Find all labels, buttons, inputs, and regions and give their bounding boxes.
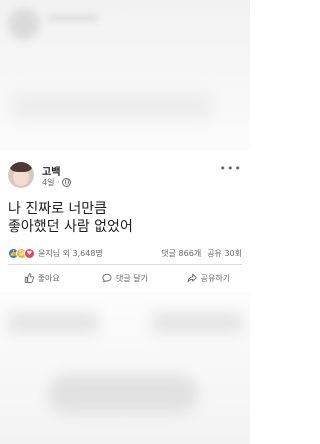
share-icon	[187, 273, 197, 283]
post-meta: 4일 ·	[42, 177, 71, 188]
blurred-name	[48, 14, 98, 22]
comment-icon	[102, 273, 112, 283]
blurred-background-bottom	[0, 292, 250, 444]
blurred-stat-left	[8, 312, 98, 334]
share-button[interactable]: 공유하기	[167, 268, 250, 288]
reaction-icons[interactable]: 👍 😆 ♥	[8, 247, 35, 259]
comment-button-label: 댓글 달기	[116, 273, 148, 283]
thumbs-up-icon	[24, 273, 34, 283]
comment-button[interactable]: 댓글 달기	[83, 268, 166, 288]
blurred-comment-button	[48, 374, 198, 414]
post-header: 고백 4일 · •••	[8, 162, 242, 192]
post-stats: 👍 😆 ♥ 윤지님 외 3,648명 댓글 866개 공유 30회	[8, 246, 242, 260]
divider	[8, 264, 242, 265]
blurred-stat-right	[152, 312, 242, 334]
like-button-label: 좋아요	[37, 273, 60, 283]
action-bar: 좋아요 댓글 달기 공유하기	[0, 268, 250, 288]
like-button[interactable]: 좋아요	[0, 268, 83, 288]
avatar-hair	[10, 162, 32, 172]
share-button-label: 공유하기	[200, 273, 231, 283]
author-name[interactable]: 고백	[42, 163, 60, 178]
reaction-summary[interactable]: 윤지님 외 3,648명	[38, 248, 103, 259]
love-reaction-icon: ♥	[24, 247, 35, 259]
comments-count[interactable]: 댓글 866개	[161, 248, 201, 259]
author-avatar[interactable]	[8, 162, 34, 188]
post-card: 고백 4일 · ••• 나 진짜로 너만큼 좋아했던 사람 없었어 👍 😆 ♥ …	[0, 152, 250, 290]
blurred-avatar	[8, 8, 40, 40]
globe-icon	[61, 178, 71, 187]
blurred-background-top	[0, 0, 250, 150]
post-text: 나 진짜로 너만큼 좋아했던 사람 없었어	[8, 201, 133, 235]
more-options-icon[interactable]: •••	[220, 163, 242, 174]
shares-count[interactable]: 공유 30회	[207, 248, 242, 259]
stats-right: 댓글 866개 공유 30회	[161, 248, 242, 259]
blurred-text	[12, 92, 212, 120]
post-time[interactable]: 4일 ·	[42, 177, 60, 188]
